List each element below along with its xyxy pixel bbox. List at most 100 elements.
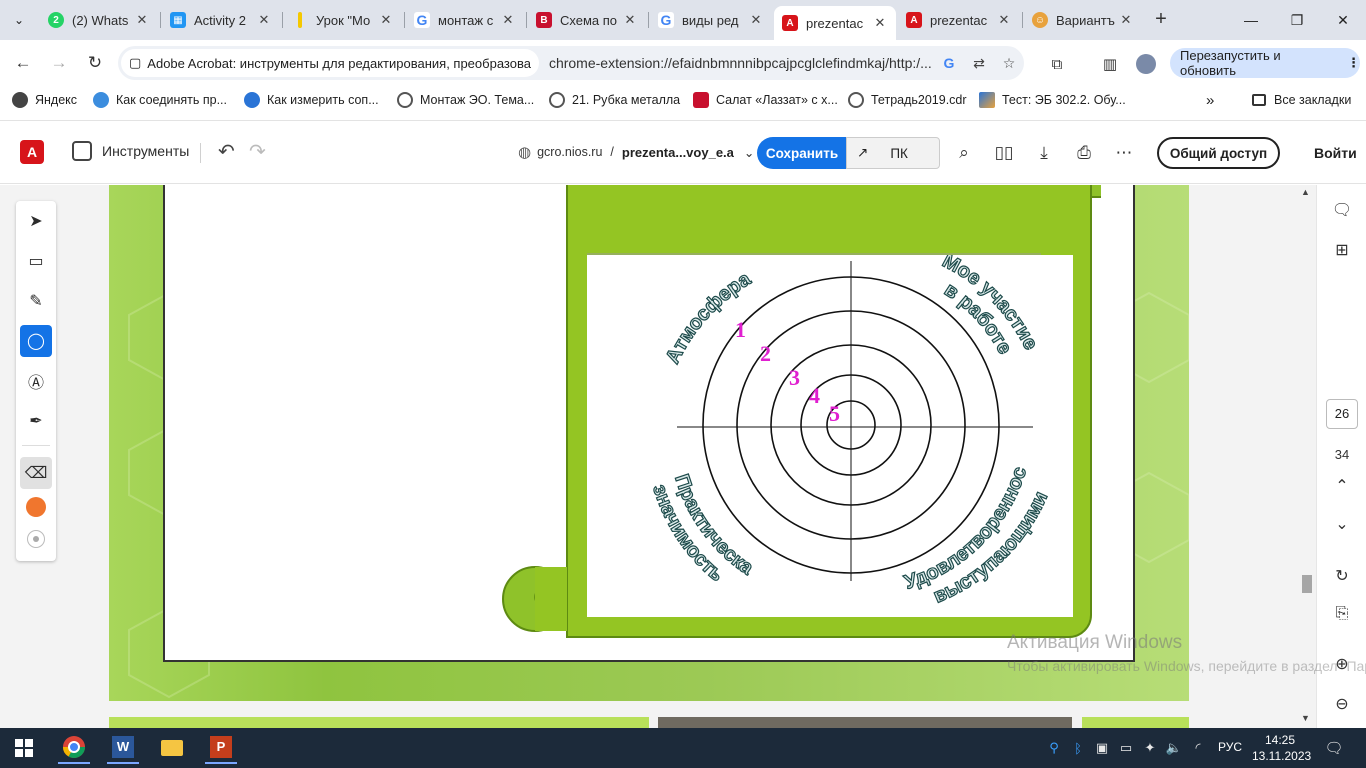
wifi-icon[interactable]: ◜ xyxy=(1188,738,1208,758)
more-menu-icon[interactable]: ⋮ xyxy=(1347,55,1360,71)
bookmarks-overflow-chevron[interactable]: » xyxy=(1206,90,1214,110)
close-window-button[interactable]: ✕ xyxy=(1320,0,1366,40)
scrollbar-thumb[interactable] xyxy=(1302,575,1312,593)
bookmark-rubka[interactable]: 21. Рубка металла xyxy=(549,90,680,110)
close-tab-icon[interactable]: ✕ xyxy=(622,12,638,28)
tab-whatsapp[interactable]: 2 (2) Whats ✕ xyxy=(40,6,158,34)
extension-chip[interactable]: ▢ Adobe Acrobat: инструменты для редакти… xyxy=(121,49,539,77)
page-thumbnails-icon[interactable]: ▯▯ xyxy=(992,141,1016,165)
bookmark-montazh[interactable]: Монтаж ЭО. Тема... xyxy=(397,90,534,110)
powerpoint-icon[interactable]: P xyxy=(205,732,237,764)
undo-icon[interactable]: ↶ xyxy=(218,139,235,164)
tab-prezentac-active[interactable]: A prezentac ✕ xyxy=(774,6,896,40)
close-tab-icon[interactable]: ✕ xyxy=(134,12,150,28)
location-icon[interactable]: ⚲ xyxy=(1044,738,1064,758)
tools-button[interactable]: Инструменты xyxy=(72,141,189,161)
redo-icon[interactable]: ↷ xyxy=(249,139,266,164)
extensions-icon[interactable]: ⧉ xyxy=(1045,52,1069,76)
url-text[interactable]: chrome-extension://efaidnbmnnnibpcajpcgl… xyxy=(549,55,934,71)
clock[interactable]: 14:25 13.11.2023 xyxy=(1252,732,1311,764)
battery-icon[interactable]: ▭ xyxy=(1116,738,1136,758)
chevron-down-icon[interactable]: ⌄ xyxy=(1329,511,1355,537)
apps-grid-icon[interactable]: ⊞ xyxy=(1329,237,1355,263)
text-box-icon[interactable]: Ⓐ xyxy=(20,365,52,397)
tab-prezentac-2[interactable]: A prezentac ✕ xyxy=(898,6,1020,34)
tab-schema[interactable]: B Схема по ✕ xyxy=(528,6,646,34)
network-tray-icon[interactable]: ▣ xyxy=(1092,738,1112,758)
tab-activity[interactable]: ▦ Activity 2 ✕ xyxy=(162,6,280,34)
document-name[interactable]: prezenta...voy_e.a xyxy=(622,145,734,160)
forward-button[interactable]: → xyxy=(44,48,74,78)
color-swatch[interactable] xyxy=(20,491,52,523)
tab-google-vidy[interactable]: G виды ред ✕ xyxy=(650,6,772,34)
zoom-out-icon[interactable]: ⊖ xyxy=(1329,691,1355,717)
acrobat-logo-icon[interactable]: A xyxy=(20,140,44,164)
all-bookmarks[interactable]: Все закладки xyxy=(1252,90,1351,110)
close-tab-icon[interactable]: ✕ xyxy=(256,12,272,28)
bluetooth-icon[interactable]: ᛒ xyxy=(1068,738,1088,758)
extension-chip-label: Adobe Acrobat: инструменты для редактиро… xyxy=(147,55,531,71)
profile-avatar-icon[interactable] xyxy=(1134,52,1158,76)
close-tab-icon[interactable]: ✕ xyxy=(996,12,1012,28)
new-tab-button[interactable]: + xyxy=(1148,8,1174,32)
close-tab-icon[interactable]: ✕ xyxy=(872,15,888,31)
close-tab-icon[interactable]: ✕ xyxy=(378,12,394,28)
select-cursor-icon[interactable]: ➤ xyxy=(20,205,52,237)
save-button[interactable]: Сохранить xyxy=(757,137,847,169)
restore-button[interactable]: ❐ xyxy=(1274,0,1320,40)
yandex-icon xyxy=(12,92,28,108)
save-to-pc-button[interactable]: ↗ ПК xyxy=(846,137,940,169)
rotate-icon[interactable]: ↻ xyxy=(1329,563,1355,589)
defender-icon[interactable]: ✦ xyxy=(1140,738,1160,758)
reload-button[interactable]: ↻ xyxy=(80,48,110,78)
notifications-icon[interactable]: 🗨 xyxy=(1324,738,1344,758)
bookmark-kak-izmerit[interactable]: Как измерить соп... xyxy=(244,90,379,110)
highlight-pen-icon[interactable]: ✎ xyxy=(20,285,52,317)
vertical-scrollbar[interactable]: ▲ ▼ xyxy=(1298,185,1314,728)
minimize-button[interactable]: — xyxy=(1228,0,1274,40)
lasso-draw-icon[interactable]: ◯ xyxy=(20,325,52,357)
print-icon[interactable]: ⎙ xyxy=(1072,141,1096,165)
add-comment-icon[interactable]: ▭ xyxy=(20,245,52,277)
side-panel-icon[interactable]: ▥ xyxy=(1098,52,1122,76)
chrome-icon[interactable] xyxy=(58,732,90,764)
sign-pen-icon[interactable]: ✒ xyxy=(20,405,52,437)
google-lens-icon[interactable]: G xyxy=(934,55,964,71)
scroll-up-arrow-icon[interactable]: ▲ xyxy=(1301,187,1310,197)
comments-icon[interactable]: 🗨 xyxy=(1329,197,1355,223)
back-button[interactable]: ← xyxy=(8,48,38,78)
chevron-up-icon[interactable]: ⌃ xyxy=(1329,473,1355,499)
scroll-down-arrow-icon[interactable]: ▼ xyxy=(1301,713,1310,723)
tab-lesson[interactable]: Урок "Мо ✕ xyxy=(284,6,402,34)
volume-icon[interactable]: 🔈 xyxy=(1164,738,1184,758)
bookmark-yandex[interactable]: Яндекс xyxy=(12,90,77,110)
language-indicator[interactable]: РУС xyxy=(1218,740,1242,754)
page-extract-icon[interactable]: ⎘ xyxy=(1329,601,1355,627)
current-page-input[interactable]: 26 xyxy=(1326,399,1358,429)
more-options-icon[interactable]: ⋯ xyxy=(1112,141,1136,165)
file-explorer-icon[interactable] xyxy=(156,732,188,764)
close-tab-icon[interactable]: ✕ xyxy=(500,12,516,28)
search-icon[interactable]: ⌕ xyxy=(952,141,976,165)
tab-search-chevron-icon[interactable]: ⌄ xyxy=(6,8,32,32)
close-tab-icon[interactable]: ✕ xyxy=(748,12,764,28)
translate-icon[interactable]: ⇄ xyxy=(964,55,994,72)
bookmark-kak-soedinyat[interactable]: Как соединять пр... xyxy=(93,90,227,110)
bookmark-test[interactable]: Тест: ЭБ 302.2. Обу... xyxy=(979,90,1126,110)
bookmark-star-icon[interactable]: ☆ xyxy=(994,55,1024,72)
share-button[interactable]: Общий доступ xyxy=(1157,137,1280,169)
download-icon[interactable]: ⤓ xyxy=(1032,141,1056,165)
eraser-icon[interactable]: ⌫ xyxy=(20,457,52,489)
chevron-down-icon[interactable]: ⌄ xyxy=(744,145,754,160)
word-icon[interactable]: W xyxy=(107,732,139,764)
sign-in-link[interactable]: Войти xyxy=(1314,145,1357,161)
bookmark-tetrad[interactable]: Тетрадь2019.cdr xyxy=(848,90,967,110)
bookmark-salat[interactable]: Салат «Лаззат» с х... xyxy=(693,90,838,110)
windows-start-icon[interactable] xyxy=(8,732,40,764)
stroke-size-icon[interactable] xyxy=(20,523,52,555)
close-tab-icon[interactable]: ✕ xyxy=(1118,12,1134,28)
tab-google-montazh[interactable]: G монтаж с ✕ xyxy=(406,6,524,34)
tab-varianty[interactable]: ☺ Вариантъ ✕ xyxy=(1024,6,1142,34)
relaunch-update-button[interactable]: Перезапустить и обновить ⋮ xyxy=(1170,48,1360,78)
address-bar[interactable]: ▢ Adobe Acrobat: инструменты для редакти… xyxy=(118,46,1024,80)
